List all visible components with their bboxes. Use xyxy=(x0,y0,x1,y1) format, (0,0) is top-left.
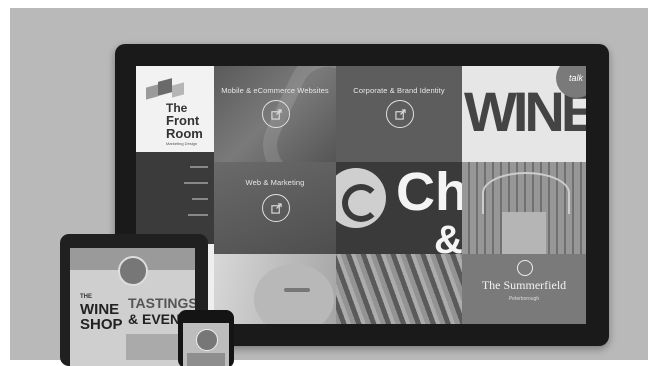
summerfield-tile[interactable]: The Summerfield Peterborough xyxy=(462,254,586,324)
front-room-cubes xyxy=(146,78,186,102)
sidebar-nav xyxy=(136,152,214,244)
brand-letters-tile[interactable]: Ch & xyxy=(336,162,462,254)
websites-tile[interactable]: Mobile & eCommerce Websites xyxy=(214,66,336,162)
external-link-icon xyxy=(270,202,282,214)
brand-ampersand: & xyxy=(434,218,462,254)
hands-art-tile[interactable] xyxy=(336,254,462,324)
front-room-tagline: Marketing Design xyxy=(166,141,198,146)
external-link-icon xyxy=(270,108,282,120)
sidebar-item[interactable] xyxy=(190,166,208,168)
marketing-label: Web & Marketing xyxy=(245,178,305,187)
marketing-tile[interactable]: Web & Marketing xyxy=(214,162,336,254)
brand-big-letters: Ch xyxy=(396,162,462,222)
sidebar-item[interactable] xyxy=(188,214,208,216)
station-photo-tile[interactable] xyxy=(462,162,586,254)
identity-tile[interactable]: Corporate & Brand Identity xyxy=(336,66,462,162)
websites-link-button[interactable] xyxy=(262,100,290,128)
tablet-wine: WINE xyxy=(80,301,120,318)
phone-badge xyxy=(196,329,218,351)
right-border xyxy=(648,0,658,366)
tablet-the: THE xyxy=(80,294,92,300)
phone-screen xyxy=(183,323,229,366)
external-link-icon xyxy=(394,108,406,120)
tablet-shop: SHOP xyxy=(80,316,123,333)
summerfield-logo-icon xyxy=(517,260,533,276)
tablet-badge xyxy=(118,256,148,286)
summerfield-title: The Summerfield xyxy=(481,278,567,292)
device-mockup-scene: The Front Room Marketing Design Mobile &… xyxy=(0,0,658,366)
marketing-link-button[interactable] xyxy=(262,194,290,222)
websites-label: Mobile & eCommerce Websites xyxy=(221,86,329,95)
left-border xyxy=(0,0,10,366)
summerfield-subtitle: Peterborough xyxy=(508,296,540,302)
wine-poster-tile[interactable]: WINE talk xyxy=(462,66,586,162)
identity-link-button[interactable] xyxy=(386,100,414,128)
sidebar-item[interactable] xyxy=(192,198,208,200)
sidebar-item[interactable] xyxy=(184,182,208,184)
front-room-tile[interactable]: The Front Room Marketing Design xyxy=(136,66,214,152)
tablet-screen: THE WINE SHOP TASTINGS & EVENTS xyxy=(70,248,195,366)
phone-content xyxy=(187,353,225,366)
top-border xyxy=(0,0,658,8)
identity-label: Corporate & Brand Identity xyxy=(353,86,445,95)
tablet-tastings: TASTINGS xyxy=(128,295,195,311)
brand-swirl-icon xyxy=(336,168,386,228)
front-room-line3: Room xyxy=(166,126,203,141)
